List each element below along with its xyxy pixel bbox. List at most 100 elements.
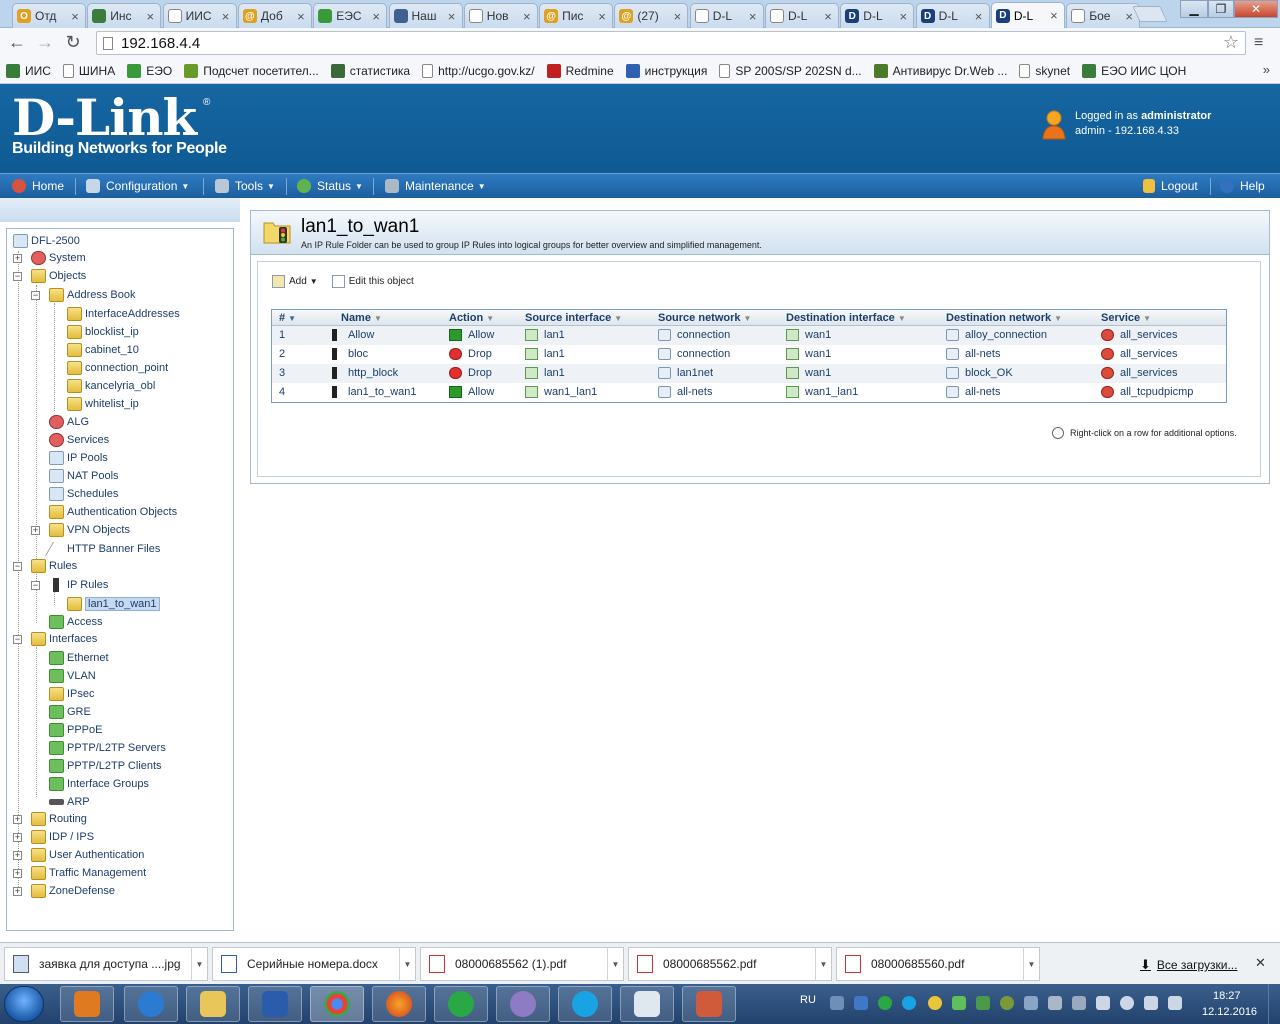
tray-power-icon[interactable]: [1168, 996, 1182, 1010]
tab-close-icon[interactable]: ×: [596, 9, 608, 24]
tree-item-pptp-clients[interactable]: PPTP/L2TP Clients: [49, 758, 162, 774]
bookmark-star-icon[interactable]: ☆: [1223, 32, 1239, 53]
tab-close-icon[interactable]: ×: [1123, 9, 1135, 24]
start-button[interactable]: [4, 986, 44, 1022]
bookmark-item[interactable]: ШИНА: [62, 63, 115, 78]
tree-item-vlan[interactable]: VLAN: [49, 668, 96, 684]
clock-date[interactable]: 12.12.2016: [1202, 1006, 1257, 1018]
expand-icon[interactable]: +: [13, 832, 22, 842]
taskbar-media-player[interactable]: [60, 986, 114, 1022]
reload-icon[interactable]: ↻: [62, 32, 84, 53]
tree-item-cabinet-10[interactable]: cabinet_10: [67, 342, 139, 358]
collapse-icon[interactable]: −: [31, 290, 40, 300]
browser-tab[interactable]: Нов ×: [463, 3, 538, 28]
tray-volume-icon[interactable]: [1120, 996, 1134, 1010]
nav-tools[interactable]: Tools ▼: [215, 179, 275, 193]
expand-icon[interactable]: +: [13, 886, 22, 896]
tree-item-interface-groups[interactable]: Interface Groups: [49, 776, 149, 792]
url-input[interactable]: 192.168.4.4 ☆: [96, 31, 1246, 55]
browser-tab[interactable]: D D-L ×: [915, 3, 990, 28]
col-header-destination-network[interactable]: Destination network ▼: [946, 312, 1062, 324]
tree-item-pppoe[interactable]: PPPoE: [49, 722, 102, 738]
close-window-button[interactable]: ✕: [1234, 0, 1278, 18]
bookmark-item[interactable]: Redmine: [546, 63, 614, 78]
tree-item-gre[interactable]: GRE: [49, 704, 91, 720]
tree-item-schedules[interactable]: Schedules: [49, 486, 118, 502]
tab-close-icon[interactable]: ×: [897, 9, 909, 24]
nav-maintenance[interactable]: Maintenance ▼: [385, 179, 486, 193]
browser-tab[interactable]: O Отд ×: [12, 3, 86, 28]
expand-icon[interactable]: +: [13, 253, 22, 263]
tree-item-ipsec[interactable]: IPsec: [49, 686, 95, 702]
keyboard-language[interactable]: RU: [800, 994, 816, 1006]
tree-item-address-book[interactable]: − Address Book: [31, 287, 135, 303]
download-menu-chevron-icon[interactable]: ▼: [815, 948, 831, 980]
bookmarks-more-button[interactable]: »: [1263, 62, 1270, 77]
bookmark-item[interactable]: ИИС: [6, 63, 51, 78]
tree-item-services[interactable]: Services: [49, 432, 109, 448]
tree-item-access[interactable]: Access: [49, 614, 102, 630]
tab-close-icon[interactable]: ×: [1048, 8, 1060, 23]
tray-skype-icon[interactable]: [902, 996, 916, 1010]
tray-chat-icon[interactable]: [952, 996, 966, 1010]
tree-item-idp-ips[interactable]: + IDP / IPS: [13, 829, 94, 845]
col-header-name[interactable]: Name ▼: [341, 312, 382, 324]
table-row[interactable]: 3 http_block Drop lan1 lan1net wan1 block_OK al…: [272, 364, 1226, 383]
tab-close-icon[interactable]: ×: [521, 9, 533, 24]
bookmark-item[interactable]: SP 200S/SP 202SN d...: [719, 63, 862, 78]
tab-close-icon[interactable]: ×: [69, 9, 81, 24]
bookmark-item[interactable]: статистика: [330, 63, 410, 78]
tab-close-icon[interactable]: ×: [747, 9, 759, 24]
collapse-icon[interactable]: −: [13, 634, 22, 644]
bookmark-item[interactable]: инструкция: [625, 63, 707, 78]
tree-item-ethernet[interactable]: Ethernet: [49, 650, 109, 666]
back-icon[interactable]: ←: [6, 32, 28, 53]
tab-close-icon[interactable]: ×: [144, 9, 156, 24]
col-header-destination-interface[interactable]: Destination interface ▼: [786, 312, 906, 324]
chevron-down-icon[interactable]: ▼: [310, 277, 318, 286]
tab-close-icon[interactable]: ×: [973, 9, 985, 24]
download-item[interactable]: 08000685560.pdf ▼: [836, 947, 1040, 981]
tree-item-traffic-mgmt[interactable]: + Traffic Management: [13, 865, 146, 881]
tree-item-pptp-servers[interactable]: PPTP/L2TP Servers: [49, 740, 166, 756]
bookmark-item[interactable]: Подсчет посетител...: [184, 63, 319, 78]
browser-tab[interactable]: @ Доб ×: [237, 3, 312, 28]
tray-bluetooth-icon[interactable]: [1024, 996, 1038, 1010]
tree-item-blocklist-ip[interactable]: blocklist_ip: [67, 324, 139, 340]
tree-item-vpn-objects[interactable]: + VPN Objects: [31, 522, 130, 538]
tree-item-kancelyria-obl[interactable]: kancelyria_obl: [67, 378, 155, 394]
tray-app-icon[interactable]: [854, 996, 868, 1010]
collapse-icon[interactable]: −: [13, 561, 22, 571]
browser-tab[interactable]: D D-L ×: [840, 3, 915, 28]
tray-update-icon[interactable]: [928, 996, 942, 1010]
tree-item-objects[interactable]: − Objects: [13, 268, 86, 284]
tree-item-interface-addresses[interactable]: InterfaceAddresses: [67, 306, 180, 322]
col-header-source-interface[interactable]: Source interface ▼: [525, 312, 622, 324]
tree-item-routing[interactable]: + Routing: [13, 811, 87, 827]
download-menu-chevron-icon[interactable]: ▼: [399, 948, 415, 980]
tree-item-system[interactable]: + System: [13, 250, 86, 266]
expand-icon[interactable]: +: [13, 868, 22, 878]
download-item[interactable]: 08000685562 (1).pdf ▼: [420, 947, 624, 981]
tree-item-http-banner-files[interactable]: HTTP Banner Files: [44, 541, 160, 557]
expand-icon[interactable]: +: [13, 850, 22, 860]
nav-status[interactable]: Status ▼: [297, 179, 363, 193]
browser-tab[interactable]: @ Пис ×: [539, 3, 614, 28]
tab-close-icon[interactable]: ×: [822, 9, 834, 24]
tree-item-whitelist-ip[interactable]: whitelist_ip: [67, 396, 139, 412]
tree-item-auth-objects[interactable]: Authentication Objects: [49, 504, 177, 520]
browser-tab[interactable]: Бое ×: [1066, 3, 1141, 28]
tree-item-zonedefense[interactable]: + ZoneDefense: [13, 883, 115, 899]
browser-tab[interactable]: ИИС ×: [162, 3, 237, 28]
download-item[interactable]: 08000685562.pdf ▼: [628, 947, 832, 981]
taskbar-word[interactable]: [248, 986, 302, 1022]
taskbar-internet-explorer[interactable]: [124, 986, 178, 1022]
tab-close-icon[interactable]: ×: [671, 9, 683, 24]
nav-logout[interactable]: Logout: [1143, 179, 1198, 193]
forward-icon[interactable]: →: [34, 32, 56, 53]
taskbar-remote-desktop[interactable]: [682, 986, 736, 1022]
tray-flag-icon[interactable]: [1096, 996, 1110, 1010]
tree-item-rules[interactable]: − Rules: [13, 558, 77, 574]
table-row[interactable]: 2 bloc Drop lan1 connection wan1 all-nets all_s…: [272, 345, 1226, 364]
collapse-icon[interactable]: −: [31, 580, 40, 590]
